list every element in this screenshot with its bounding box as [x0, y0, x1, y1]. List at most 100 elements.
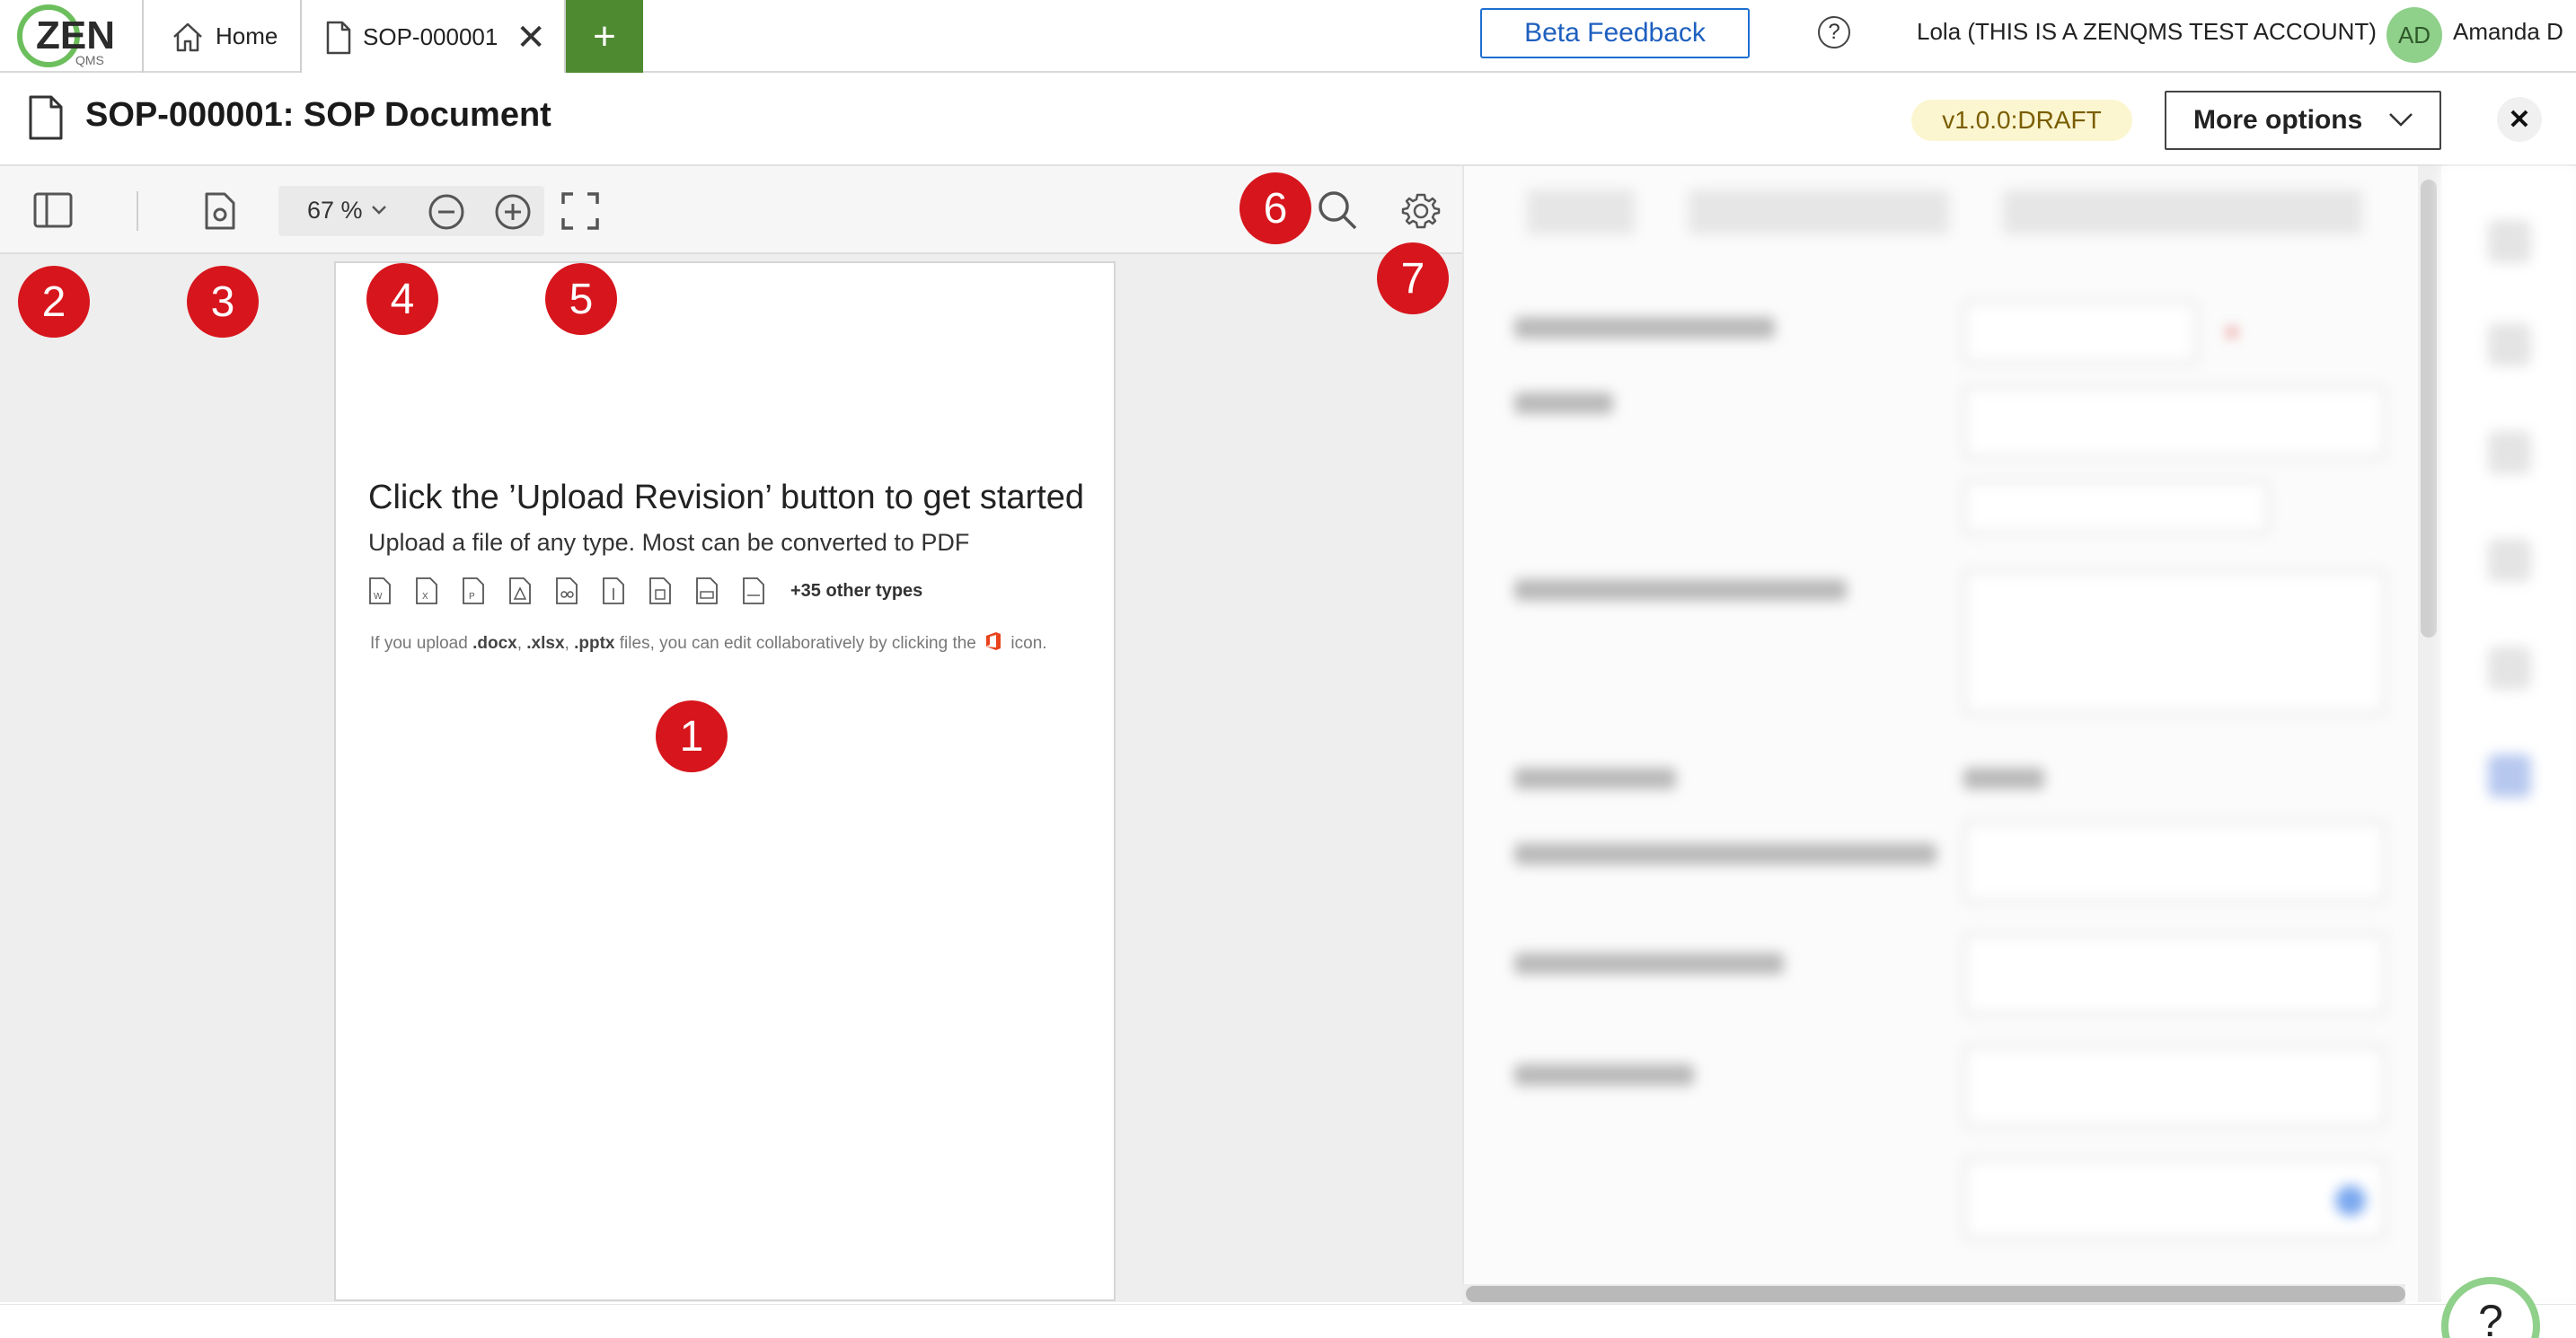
form-field — [1963, 822, 2386, 902]
beta-feedback-button[interactable]: Beta Feedback — [1480, 8, 1750, 58]
form-label — [1514, 768, 1676, 789]
bottom-strip — [0, 1304, 2576, 1338]
page-title: SOP-000001: SOP Document — [85, 96, 551, 134]
form-field — [1963, 1158, 2386, 1239]
annotation-badge-7: 7 — [1377, 242, 1449, 314]
form-label — [1514, 579, 1847, 601]
plus-icon: + — [593, 13, 616, 58]
excel-file-icon: X — [416, 577, 437, 604]
form-label — [1514, 392, 1613, 414]
help-icon[interactable]: ? — [1818, 16, 1850, 48]
close-tab-icon[interactable]: ✕ — [516, 20, 546, 56]
rail-icon[interactable] — [2488, 539, 2531, 582]
file-type-icons: W X P +35 other types — [368, 577, 922, 604]
other-types-label: +35 other types — [790, 580, 923, 601]
annotation-badge-3: 3 — [187, 266, 259, 338]
tab-sop-label: SOP-000001 — [363, 23, 498, 50]
form-field — [1963, 934, 2386, 1015]
hint-xlsx: .xlsx — [526, 634, 565, 653]
form-field — [1963, 386, 2386, 458]
image-file-icon — [556, 577, 578, 604]
office-icon — [986, 632, 1001, 650]
close-icon: ✕ — [2508, 104, 2531, 135]
form-value — [1963, 768, 2044, 789]
user-name[interactable]: Amanda D — [2453, 18, 2563, 46]
blurred-form — [1464, 166, 2576, 1302]
collaborative-edit-hint: If you upload .docx, .xlsx, .pptx files,… — [370, 631, 1047, 654]
rtf-file-icon — [743, 577, 764, 604]
panel-tab — [1527, 189, 1635, 234]
form-field — [1963, 1046, 2386, 1127]
rail-icon[interactable] — [2488, 323, 2531, 366]
annotation-badge-2: 2 — [18, 266, 90, 338]
zoom-level-select[interactable]: 67 % — [307, 197, 363, 224]
document-title-bar: SOP-000001: SOP Document v1.0.0:DRAFT Mo… — [0, 73, 2576, 166]
rail-icon[interactable] — [2488, 754, 2531, 797]
panel-tab — [1689, 189, 1949, 234]
home-icon — [173, 22, 202, 51]
account-name[interactable]: Lola (THIS IS A ZENQMS TEST ACCOUNT) — [1917, 18, 2377, 46]
annotation-badge-1: 1 — [656, 700, 728, 772]
form-label — [1514, 1064, 1694, 1086]
close-document-button[interactable]: ✕ — [2497, 97, 2542, 142]
toggle-sidebar-button[interactable] — [32, 191, 74, 229]
hint-middle: files, you can edit collaboratively by c… — [614, 634, 982, 653]
document-gear-icon — [205, 192, 235, 230]
hint-pptx: .pptx — [574, 634, 615, 653]
form-field — [1963, 570, 2386, 714]
fullscreen-button[interactable] — [560, 191, 600, 231]
zoom-out-icon[interactable] — [428, 193, 465, 231]
form-label — [1514, 317, 1775, 339]
horizontal-scrollbar-thumb[interactable] — [1466, 1286, 2405, 1302]
panel-tab — [2003, 189, 2362, 234]
pdf-file-icon — [509, 577, 531, 604]
archive-file-icon — [649, 577, 671, 604]
zoom-in-icon[interactable] — [494, 193, 532, 231]
svg-text:P: P — [469, 592, 475, 602]
form-field — [1963, 480, 2269, 534]
search-icon — [1319, 191, 1357, 230]
add-tab-button[interactable]: + — [566, 0, 643, 73]
zoom-controls: 67 % — [278, 186, 544, 236]
hint-docx: .docx — [472, 634, 517, 653]
tab-sop-document[interactable]: SOP-000001 ✕ — [300, 0, 566, 75]
chevron-down-icon — [2389, 113, 2413, 127]
viewer-settings-button[interactable] — [1401, 191, 1441, 231]
upload-subtitle: Upload a file of any type. Most can be c… — [368, 529, 970, 556]
svg-text:QMS: QMS — [75, 53, 104, 67]
chevron-down-icon[interactable] — [370, 204, 388, 216]
document-icon — [326, 21, 351, 54]
required-marker — [2228, 328, 2236, 337]
document-details-panel — [1462, 166, 2576, 1302]
zenqms-logo[interactable]: ZEN QMS — [13, 2, 140, 70]
calendar-icon — [2335, 1185, 2366, 1216]
document-page: Click the ’Upload Revision’ button to ge… — [334, 261, 1116, 1301]
annotation-badge-5: 5 — [545, 263, 617, 335]
more-options-dropdown[interactable]: More options — [2165, 91, 2441, 150]
fullscreen-icon — [561, 192, 599, 230]
rail-icon[interactable] — [2488, 431, 2531, 474]
annotation-badge-4: 4 — [366, 263, 438, 335]
word-file-icon: W — [369, 577, 391, 604]
rail-icon[interactable] — [2488, 220, 2531, 263]
document-settings-button[interactable] — [203, 191, 239, 231]
gear-icon — [1401, 193, 1441, 229]
svg-text:W: W — [374, 592, 383, 602]
tab-home-label: Home — [216, 22, 278, 49]
powerpoint-file-icon: P — [463, 577, 484, 604]
search-button[interactable] — [1317, 189, 1358, 231]
version-badge: v1.0.0:DRAFT — [1911, 100, 2132, 141]
form-label — [1514, 843, 1936, 865]
form-label — [1514, 953, 1784, 974]
hint-suffix: icon. — [1006, 634, 1047, 653]
more-options-label: More options — [2193, 105, 2363, 135]
form-field — [1963, 301, 2197, 364]
annotation-badge-6: 6 — [1239, 172, 1311, 244]
vertical-scrollbar-thumb[interactable] — [2421, 180, 2437, 638]
tab-home[interactable]: Home — [142, 0, 300, 73]
hint-separator: , — [516, 634, 527, 653]
csv-file-icon — [696, 577, 718, 604]
rail-icon[interactable] — [2488, 647, 2531, 690]
avatar[interactable]: AD — [2386, 7, 2442, 63]
svg-text:ZEN: ZEN — [36, 13, 115, 57]
